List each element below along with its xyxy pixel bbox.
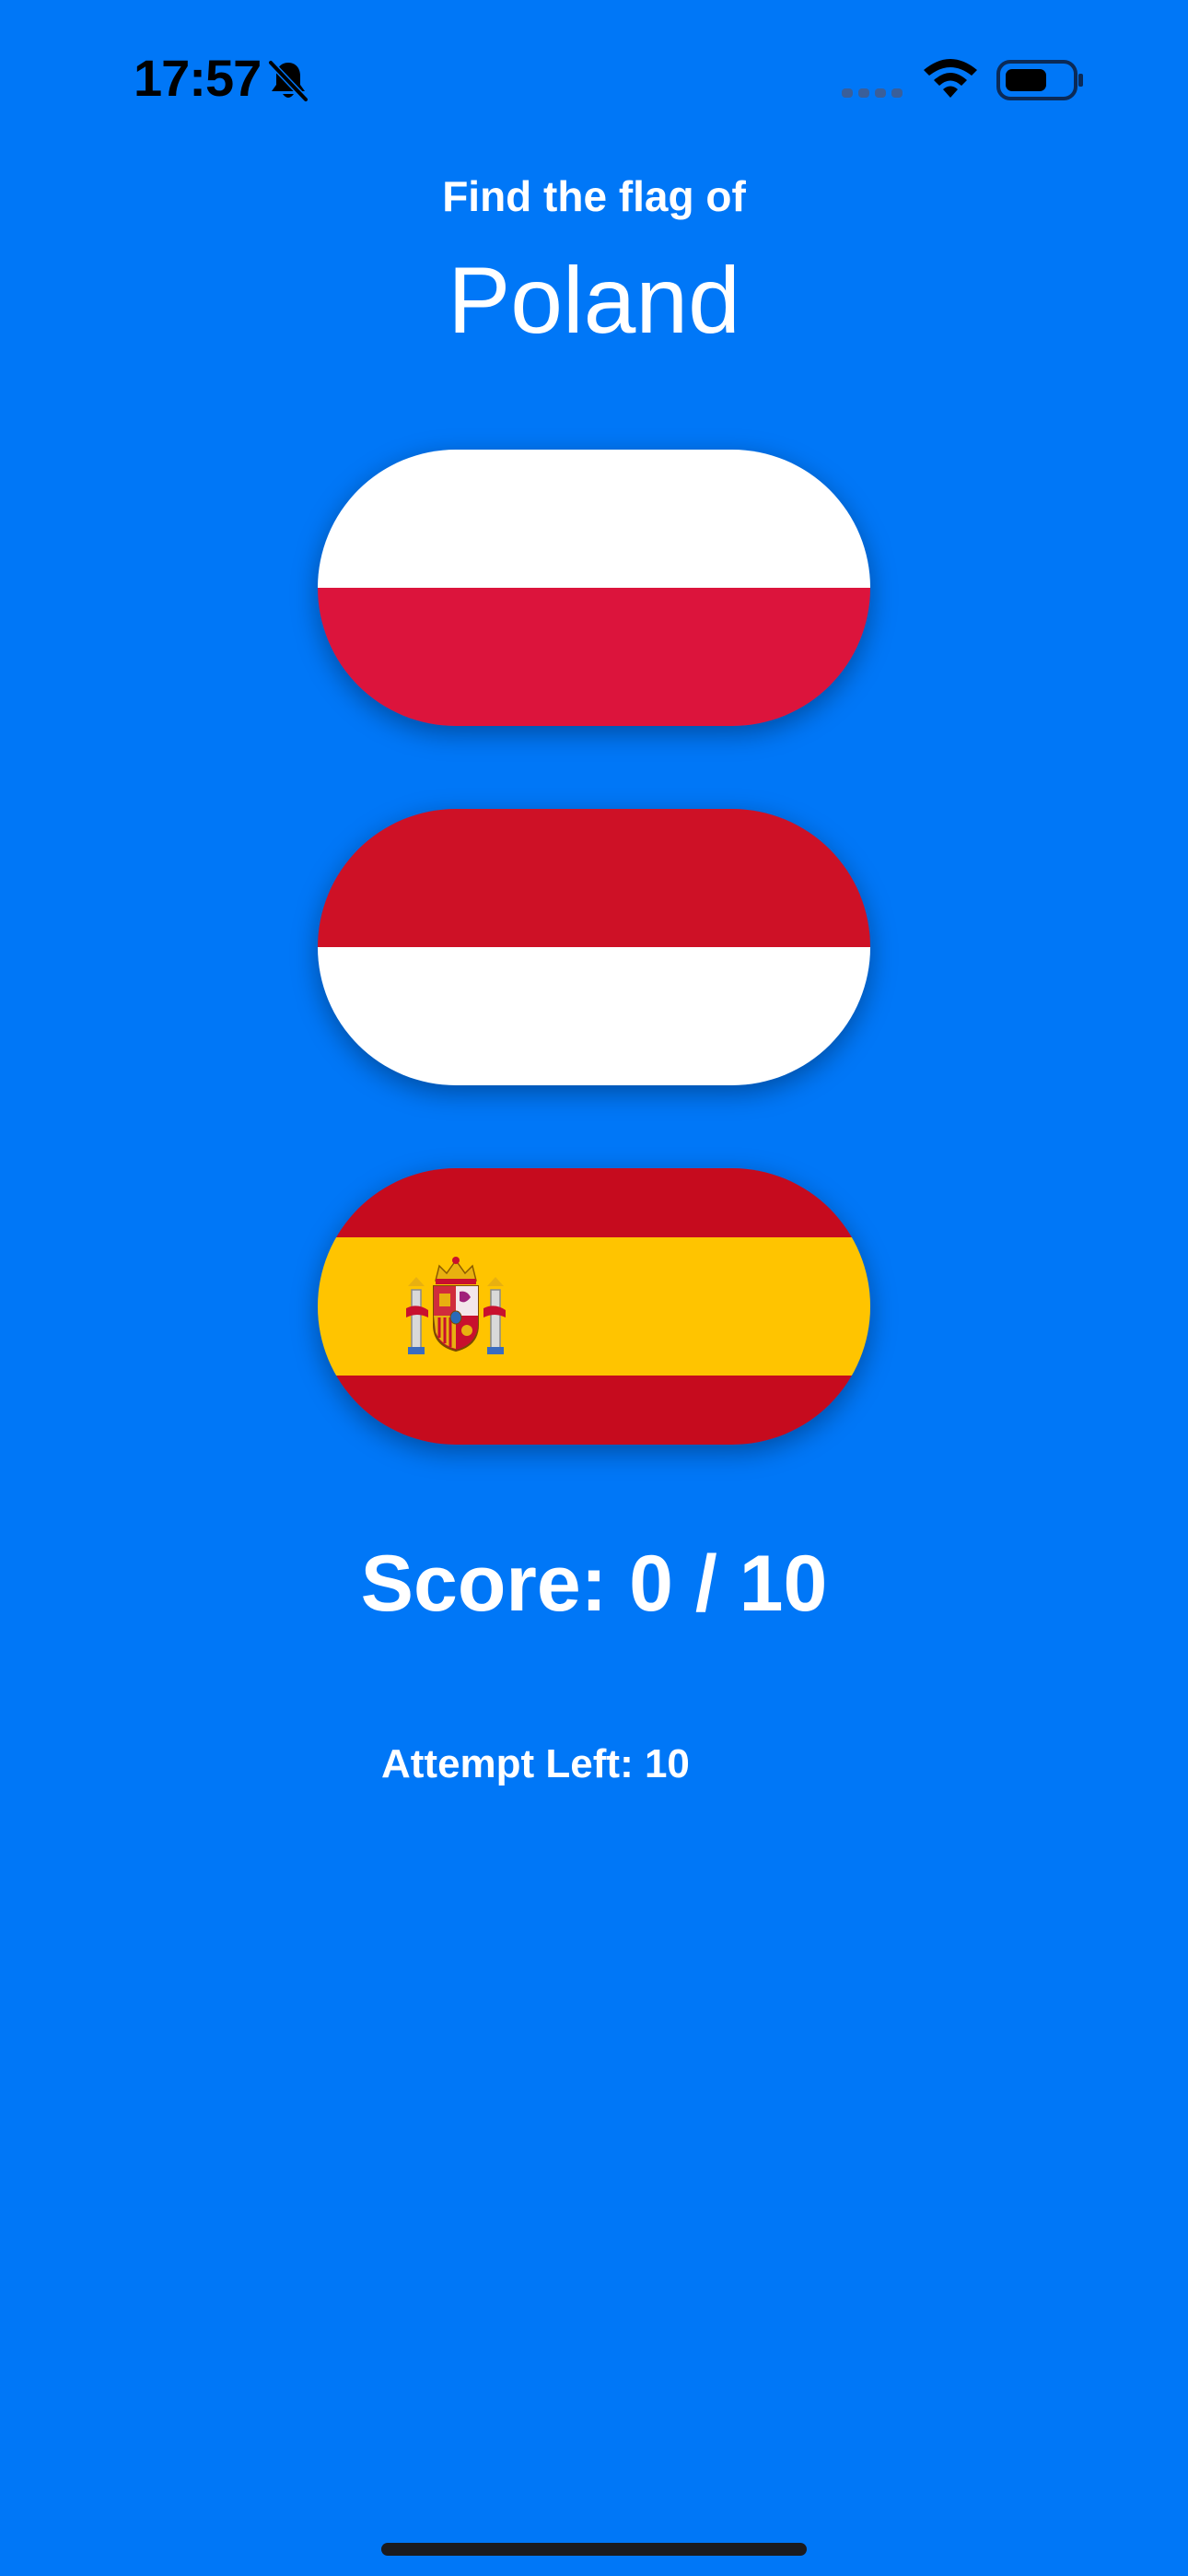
battery-icon xyxy=(996,60,1083,100)
flag-button-indonesia[interactable] xyxy=(318,809,870,1085)
wifi-icon xyxy=(924,59,977,98)
cellular-signal-icon xyxy=(842,88,903,98)
flag-stripe-red xyxy=(318,588,870,726)
country-name: Poland xyxy=(448,248,740,353)
flag-stripe-white xyxy=(318,947,870,1085)
flag-stripe-red xyxy=(318,809,870,947)
status-bar: 17:57 xyxy=(0,0,1188,157)
status-time: 17:57 xyxy=(134,49,262,107)
attempts-left-label: Attempt Left: 10 xyxy=(381,1741,690,1786)
home-indicator[interactable] xyxy=(381,2543,807,2556)
flag-stripe-white xyxy=(318,450,870,588)
flag-button-spain[interactable] xyxy=(318,1168,870,1445)
flag-button-poland[interactable] xyxy=(318,450,870,726)
flag-stripe-red xyxy=(318,1168,870,1237)
bell-slash-icon xyxy=(267,59,309,103)
flag-stripe-red xyxy=(318,1376,870,1445)
prompt-label: Find the flag of xyxy=(442,172,746,220)
coat-of-arms-icon xyxy=(406,1257,506,1354)
score-label: Score: 0 / 10 xyxy=(360,1540,828,1628)
